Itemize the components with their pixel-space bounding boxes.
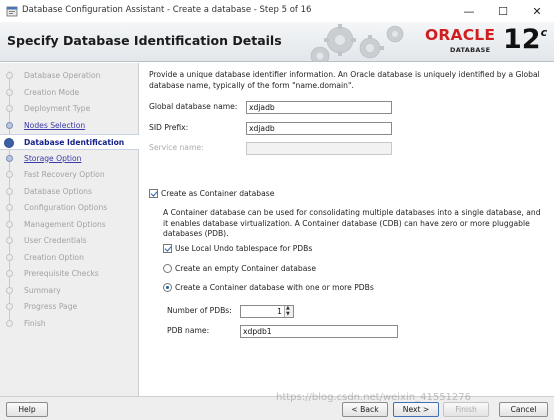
empty-container-label[interactable]: Create an empty Container database [175,264,316,273]
step-dot-icon [6,154,13,162]
step-dot-icon [6,270,13,277]
container-database-checkbox[interactable] [149,189,158,198]
local-undo-label[interactable]: Use Local Undo tablespace for PDBs [175,244,312,253]
version-badge: 12c [503,24,547,55]
page-header: Specify Database Identification Details … [0,22,554,62]
num-pdbs-value[interactable]: 1 [277,307,282,316]
step-label: Summary [24,285,61,295]
step-dot-icon [6,220,13,228]
step-deployment-type: Deployment Type [0,101,139,116]
num-pdbs-spinner[interactable]: 1 ▲ ▼ [240,305,294,318]
steps-panel: Database Operation Creation Mode Deploym… [0,63,139,396]
step-label: Configuration Options [24,203,108,212]
step-label[interactable]: Storage Option [24,154,81,163]
service-name-input[interactable] [246,142,392,155]
step-configuration-options: Configuration Options [0,200,139,215]
step-label[interactable]: Nodes Selection [24,121,85,130]
app-icon [6,6,18,17]
page-title: Specify Database Identification Details [7,33,282,48]
step-label: User Credentials [24,236,87,245]
gears-graphic-icon [310,24,404,61]
step-user-credentials: User Credentials [0,233,139,248]
step-dot-icon [6,105,13,112]
step-dot-icon [6,204,13,211]
step-dot-icon [6,88,13,96]
step-database-identification: Database Identification [0,133,139,150]
step-label: Progress Page [24,302,78,311]
database-wordmark: DATABASE [450,46,491,54]
step-label: Deployment Type [24,104,91,113]
finish-button[interactable]: Finish [443,402,489,417]
step-management-options: Management Options [0,217,139,232]
version-suffix: c [540,26,548,39]
step-nodes-selection[interactable]: Nodes Selection [0,118,139,133]
intro-text: Provide a unique database identifier inf… [149,70,540,90]
sid-prefix-input[interactable]: xdjadb [246,122,392,135]
pdb-name-label: PDB name: [167,326,210,335]
help-button[interactable]: Help [6,402,48,417]
step-dot-icon [6,319,13,327]
step-dot-icon [6,253,13,261]
step-label: Fast Recovery Option [24,170,105,179]
service-name-label: Service name: [149,143,204,152]
step-creation-option: Creation Option [0,250,139,265]
container-with-pdbs-radio[interactable] [163,283,172,292]
minimize-button[interactable]: — [452,0,486,22]
version-number: 12 [503,24,541,55]
container-description: A Container database can be used for con… [163,208,541,238]
step-label: Database Operation [24,71,101,80]
step-label: Prerequisite Checks [24,269,99,278]
step-fast-recovery-option: Fast Recovery Option [0,167,139,182]
step-dot-icon [6,121,13,129]
next-button[interactable]: Next > [393,402,439,417]
container-database-label[interactable]: Create as Container database [161,189,274,198]
step-label: Creation Option [24,252,84,262]
maximize-button[interactable]: ☐ [486,0,520,22]
cancel-button[interactable]: Cancel [499,402,548,417]
spinner-down-icon[interactable]: ▼ [286,312,290,317]
close-button[interactable]: ✕ [520,0,554,22]
pdb-name-input[interactable]: xdpdb1 [240,325,398,338]
num-pdbs-label: Number of PDBs: [167,306,232,315]
local-undo-checkbox[interactable] [163,244,172,253]
step-dot-icon [6,237,13,244]
step-label: Finish [24,318,46,328]
spinner-arrows[interactable]: ▲ ▼ [284,306,293,317]
window-title: Database Configuration Assistant - Creat… [22,5,312,15]
footer-bar: Help < Back Next > Finish Cancel [0,396,554,420]
identification-form: Provide a unique database identifier inf… [140,63,554,396]
step-dot-icon [6,303,13,310]
container-with-pdbs-label[interactable]: Create a Container database with one or … [175,283,374,292]
step-dot-icon [6,171,13,178]
step-dot-icon [6,187,13,195]
window-titlebar: Database Configuration Assistant - Creat… [0,0,554,22]
oracle-wordmark: ORACLE [425,26,496,44]
back-button[interactable]: < Back [342,402,388,417]
sid-prefix-label: SID Prefix: [149,123,189,132]
oracle-logo: ORACLE DATABASE [425,25,501,59]
step-progress-page: Progress Page [0,299,139,314]
step-storage-option[interactable]: Storage Option [0,151,139,166]
step-label: Database Options [24,186,92,196]
step-creation-mode: Creation Mode [0,85,139,100]
step-label: Creation Mode [24,87,80,97]
empty-container-radio[interactable] [163,264,172,273]
step-dot-icon [6,72,13,79]
current-step-icon [4,137,14,148]
step-label: Database Identification [24,137,125,147]
step-summary: Summary [0,283,139,298]
step-finish: Finish [0,316,139,331]
step-database-operation: Database Operation [0,68,139,83]
step-prerequisite-checks: Prerequisite Checks [0,266,139,281]
step-dot-icon [6,286,13,294]
step-database-options: Database Options [0,184,139,199]
global-name-input[interactable]: xdjadb [246,101,392,114]
step-label: Management Options [24,219,106,229]
global-name-label: Global database name: [149,102,238,111]
